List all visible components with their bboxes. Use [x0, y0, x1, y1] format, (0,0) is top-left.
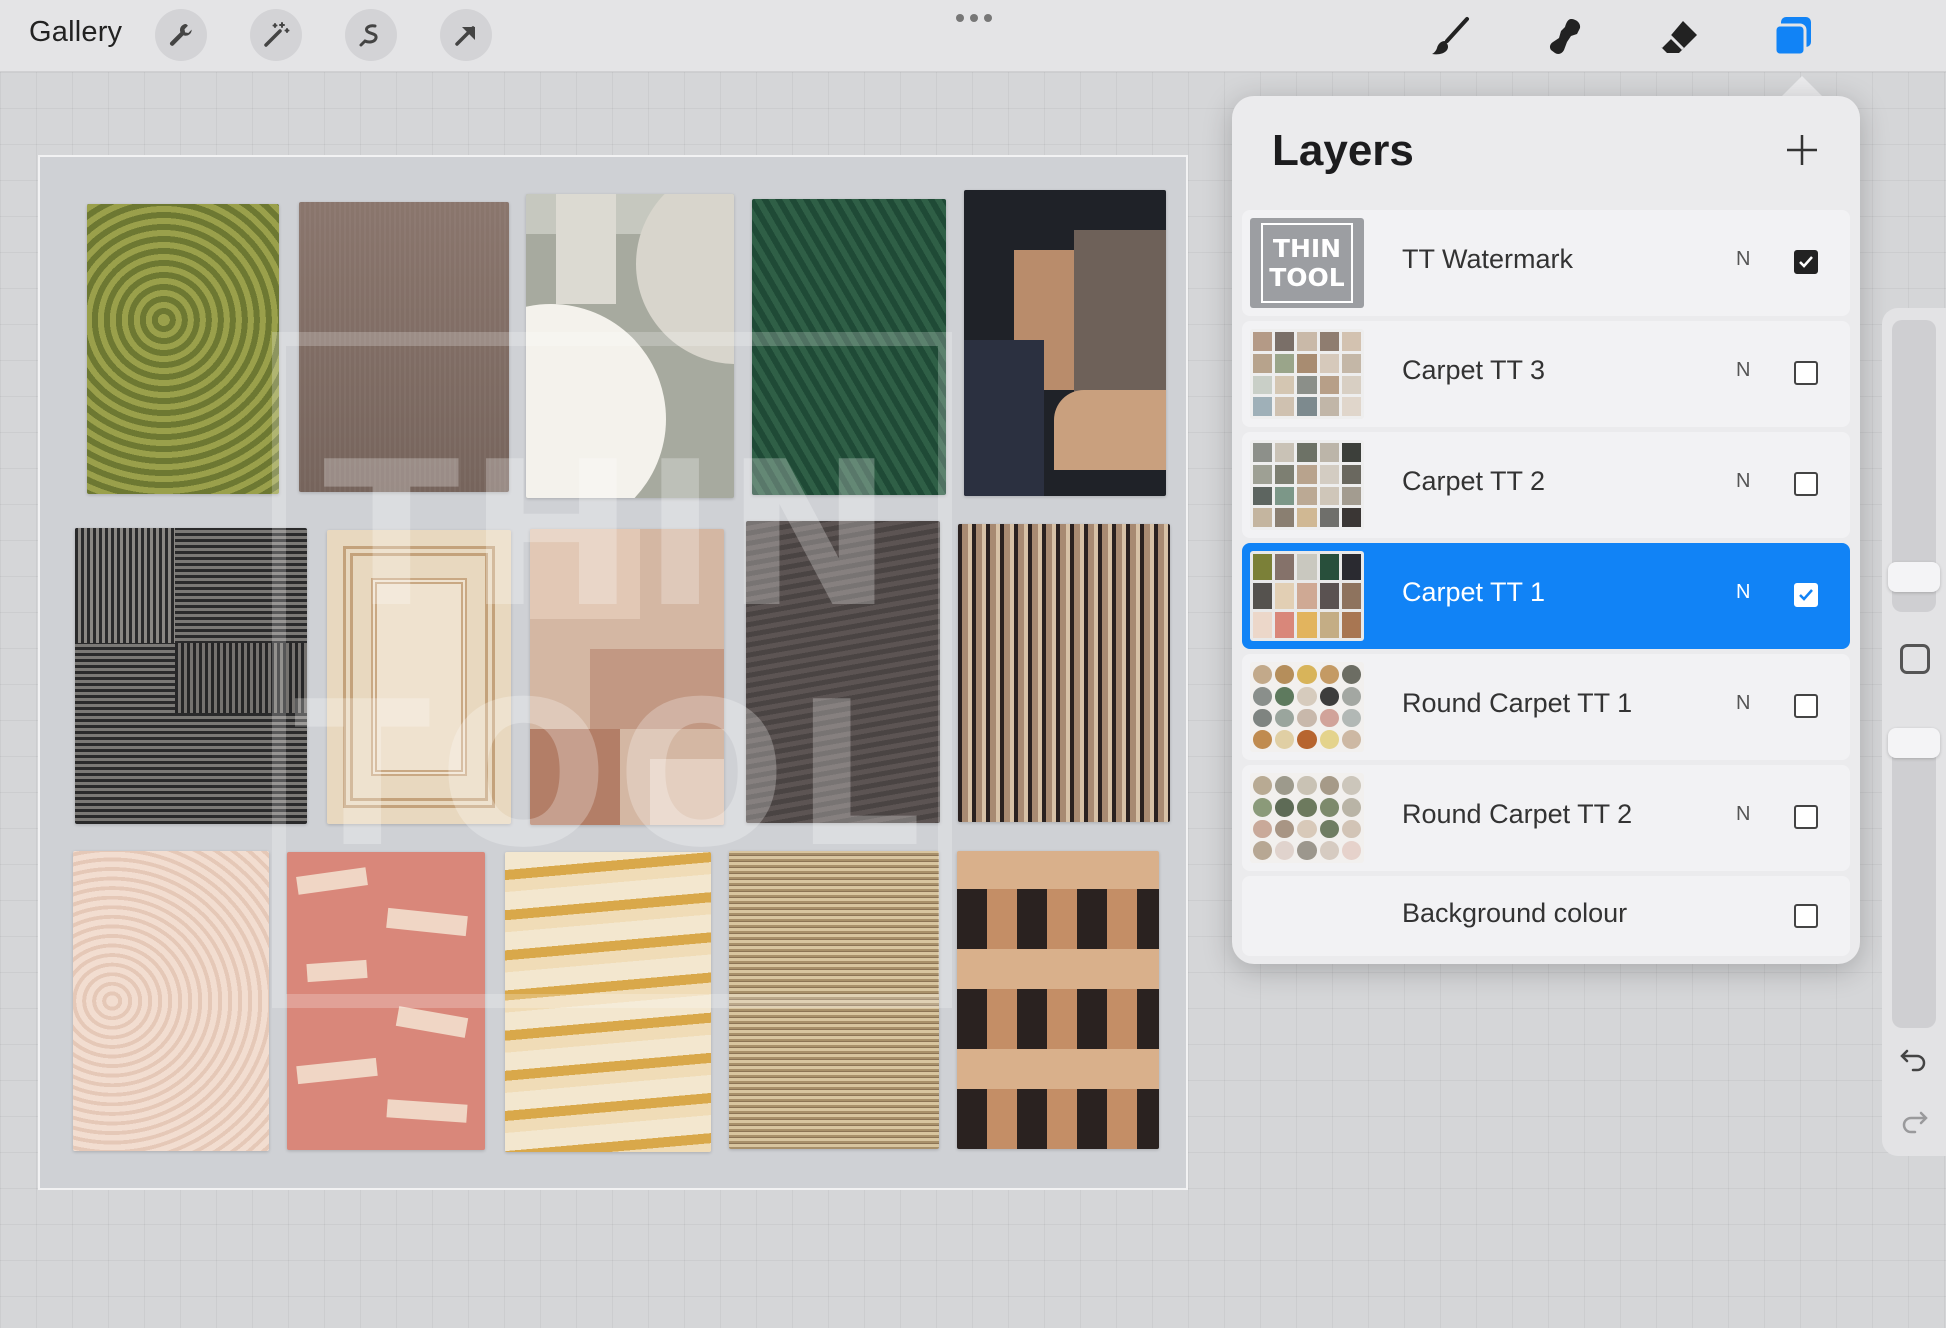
- transform-arrow-icon: [455, 26, 475, 46]
- layers-tool[interactable]: [1766, 10, 1820, 64]
- rug-charcoal-wood: [746, 521, 940, 823]
- layer-thumbnail: [1250, 551, 1364, 641]
- layer-row-carpet-tt-3[interactable]: Carpet TT 3 N: [1242, 321, 1850, 427]
- more-options-dots[interactable]: [956, 8, 992, 28]
- layer-thumbnail: THIN TOOL: [1250, 218, 1364, 308]
- selection-icon: [359, 24, 378, 47]
- layer-thumbnail: [1250, 773, 1364, 863]
- add-layer-button[interactable]: [1780, 128, 1824, 172]
- rug-coral-zebra: [287, 852, 485, 1150]
- eraser-icon: [1659, 21, 1697, 53]
- eraser-tool[interactable]: [1652, 10, 1706, 64]
- adjustments-button[interactable]: [250, 9, 302, 61]
- brush-icon: [1432, 17, 1469, 55]
- modify-button[interactable]: [1900, 644, 1930, 674]
- undo-icon: [1900, 1049, 1926, 1072]
- popover-arrow: [1780, 76, 1824, 98]
- smudge-icon: [1549, 19, 1581, 54]
- layer-name: Carpet TT 2: [1402, 466, 1546, 496]
- visibility-checkbox[interactable]: [1794, 250, 1818, 274]
- wrench-icon: [169, 23, 192, 46]
- rug-brown-plain: [299, 202, 509, 492]
- rug-tan-vertical-stripes: [958, 524, 1170, 822]
- brush-size-slider-thumb[interactable]: [1888, 562, 1940, 592]
- layers-panel: Layers THIN TOOL TT Watermark N Carpet T…: [1232, 96, 1860, 964]
- layer-name: Round Carpet TT 2: [1402, 799, 1633, 829]
- redo-icon: [1902, 1111, 1928, 1134]
- gallery-button[interactable]: Gallery: [29, 16, 122, 49]
- rug-black-stripes: [75, 528, 307, 824]
- rug-dark-green-waves: [752, 199, 946, 495]
- redo-button[interactable]: [1896, 1104, 1932, 1140]
- layer-name: Carpet TT 3: [1402, 355, 1546, 385]
- opacity-slider-thumb[interactable]: [1888, 728, 1940, 758]
- undo-button[interactable]: [1896, 1042, 1932, 1078]
- rug-grey-white-arcs: [526, 194, 734, 498]
- rug-pale-pink-waves: [73, 851, 269, 1151]
- visibility-checkbox[interactable]: [1794, 805, 1818, 829]
- thumb-watermark-line2: TOOL: [1269, 263, 1345, 292]
- layer-thumbnail: [1250, 329, 1364, 419]
- blend-mode-button[interactable]: N: [1736, 803, 1750, 826]
- blend-mode-button[interactable]: N: [1736, 248, 1750, 271]
- layer-thumbnail: [1250, 662, 1364, 752]
- plus-icon: [1787, 135, 1817, 165]
- artwork-canvas[interactable]: THIN TOOL: [38, 155, 1188, 1190]
- visibility-checkbox[interactable]: [1794, 583, 1818, 607]
- layer-row-carpet-tt-1[interactable]: Carpet TT 1 N: [1242, 543, 1850, 649]
- layer-row-carpet-tt-2[interactable]: Carpet TT 2 N: [1242, 432, 1850, 538]
- layer-row-background-colour[interactable]: Background colour: [1242, 876, 1850, 956]
- side-toolbar: [1882, 308, 1946, 1156]
- layer-thumbnail: [1250, 440, 1364, 530]
- layer-row-round-carpet-tt-1[interactable]: Round Carpet TT 1 N: [1242, 654, 1850, 760]
- smudge-tool[interactable]: [1538, 10, 1592, 64]
- rug-beige-frame: [327, 530, 511, 824]
- checkmark-icon: [1799, 589, 1813, 601]
- blend-mode-button[interactable]: N: [1736, 692, 1750, 715]
- layers-title: Layers: [1272, 126, 1414, 175]
- layer-name: TT Watermark: [1402, 244, 1574, 274]
- blend-mode-button[interactable]: N: [1736, 581, 1750, 604]
- rug-green-swirl: [87, 204, 279, 494]
- selection-button[interactable]: [345, 9, 397, 61]
- visibility-checkbox[interactable]: [1794, 904, 1818, 928]
- rug-tribal-blocks: [957, 851, 1159, 1149]
- rug-mustard-marble: [505, 852, 711, 1152]
- layer-name: Round Carpet TT 1: [1402, 688, 1633, 718]
- visibility-checkbox[interactable]: [1794, 694, 1818, 718]
- top-toolbar: Gallery: [0, 0, 1946, 72]
- opacity-slider[interactable]: [1892, 728, 1936, 1028]
- magic-wand-icon: [264, 22, 290, 47]
- blend-mode-button[interactable]: N: [1736, 470, 1750, 493]
- rug-rose-patchwork: [530, 529, 724, 825]
- transform-button[interactable]: [440, 9, 492, 61]
- layer-name: Background colour: [1402, 898, 1628, 928]
- checkmark-icon: [1799, 256, 1813, 268]
- visibility-checkbox[interactable]: [1794, 472, 1818, 496]
- blend-mode-button[interactable]: N: [1736, 359, 1750, 382]
- layer-row-round-carpet-tt-2[interactable]: Round Carpet TT 2 N: [1242, 765, 1850, 871]
- rug-dark-geometric: [964, 190, 1166, 496]
- thumb-watermark-line1: THIN: [1272, 234, 1342, 263]
- layers-icon: [1773, 17, 1811, 57]
- brush-tool[interactable]: [1424, 10, 1478, 64]
- layer-row-tt-watermark[interactable]: THIN TOOL TT Watermark N: [1242, 210, 1850, 316]
- actions-button[interactable]: [155, 9, 207, 61]
- visibility-checkbox[interactable]: [1794, 361, 1818, 385]
- rug-straw-texture: [729, 851, 939, 1149]
- layer-name: Carpet TT 1: [1402, 577, 1546, 607]
